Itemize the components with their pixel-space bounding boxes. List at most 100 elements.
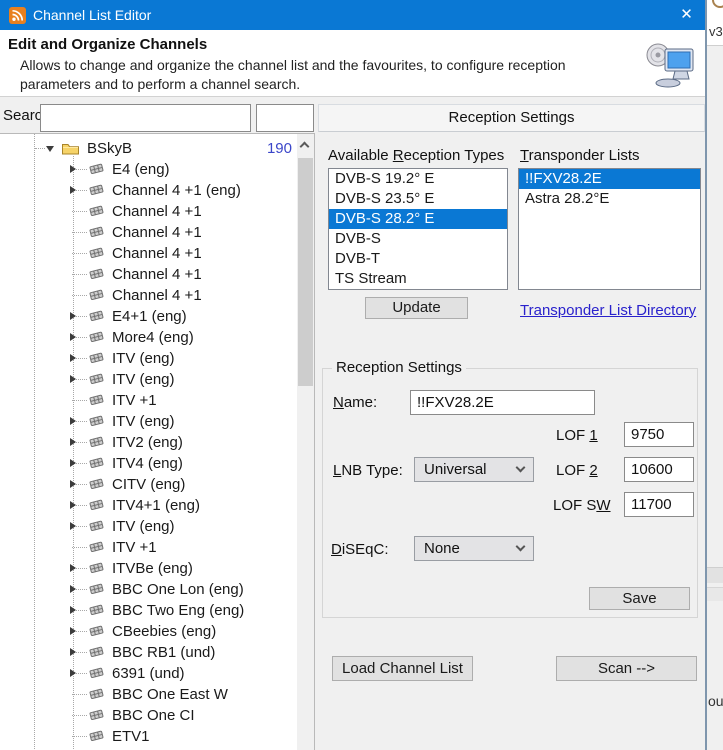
tree-item[interactable]: Channel 4 +1 (0, 285, 296, 306)
channel-list-editor-dialog: Channel List Editor ✕ Edit and Organize … (0, 0, 707, 750)
tree-item[interactable]: CITV (eng) (0, 474, 296, 495)
expand-arrow-icon[interactable] (70, 375, 76, 383)
expand-arrow-icon[interactable] (70, 564, 76, 572)
channel-icon (88, 477, 105, 496)
tree-item[interactable]: ITV4 (eng) (0, 453, 296, 474)
tree-connector (72, 736, 87, 737)
expand-arrow-icon[interactable] (70, 669, 76, 677)
expand-arrow-icon[interactable] (70, 480, 76, 488)
channel-icon (88, 288, 105, 307)
lof2-field[interactable] (624, 457, 694, 482)
tree-item[interactable]: ITV (eng) (0, 348, 296, 369)
screenshot-canvas: Channel List Editor ✕ Edit and Organize … (0, 0, 723, 750)
app-icon (9, 7, 26, 24)
expand-arrow-icon[interactable] (70, 438, 76, 446)
channel-icon (88, 204, 105, 223)
background-row (707, 567, 723, 583)
scan-button[interactable]: Scan --> (556, 656, 697, 681)
lof2-label: LOF 2 (556, 462, 598, 479)
tree-item[interactable]: ITVBe (eng) (0, 558, 296, 579)
tree-item-label: CBeebies (eng) (112, 623, 216, 640)
tree-item[interactable]: BBC One East W (0, 684, 296, 705)
tree-item[interactable]: Channel 4 +1 (0, 222, 296, 243)
reception-types-listbox[interactable]: DVB-S 19.2° EDVB-S 23.5° EDVB-S 28.2° ED… (328, 168, 508, 290)
groupbox-title: Reception Settings (332, 359, 466, 376)
scrollbar-up-button[interactable] (297, 137, 314, 152)
expand-arrow-icon[interactable] (70, 459, 76, 467)
expand-arrow-icon[interactable] (70, 501, 76, 509)
channel-icon (88, 645, 105, 664)
load-channel-list-button[interactable]: Load Channel List (332, 656, 473, 681)
tree-item-label: Channel 4 +1 (112, 266, 202, 283)
tree-item[interactable]: ITV (eng) (0, 516, 296, 537)
expand-arrow-icon[interactable] (70, 522, 76, 530)
transponder-option[interactable]: !!FXV28.2E (519, 169, 700, 189)
tree-root-bskyb[interactable]: BSkyB 190 (0, 138, 296, 159)
background-logo-icon (712, 0, 723, 8)
tree-item[interactable]: E4+1 (eng) (0, 306, 296, 327)
tree-item[interactable]: Channel 4 +1 (0, 201, 296, 222)
tree-item[interactable]: E4 (eng) (0, 159, 296, 180)
update-button[interactable]: Update (365, 297, 468, 319)
expand-arrow-icon[interactable] (70, 627, 76, 635)
expand-arrow-icon[interactable] (70, 165, 76, 173)
tree-item-label: Channel 4 +1 (112, 224, 202, 241)
transponder-listbox[interactable]: !!FXV28.2EAstra 28.2°E (518, 168, 701, 290)
tree-item[interactable]: Channel 4 +1 (0, 264, 296, 285)
expand-arrow-icon[interactable] (70, 648, 76, 656)
search-aux-input[interactable] (256, 104, 314, 132)
expand-arrow-icon[interactable] (70, 585, 76, 593)
name-field[interactable] (410, 390, 595, 415)
tree-item[interactable]: ITV2 (eng) (0, 432, 296, 453)
tree-item[interactable]: 6391 (und) (0, 663, 296, 684)
channel-icon (88, 519, 105, 538)
expand-arrow-icon[interactable] (70, 606, 76, 614)
diseqc-dropdown[interactable]: None (414, 536, 534, 561)
transponder-list-directory-link[interactable]: Transponder List Directory (520, 302, 696, 319)
tree-item[interactable]: BBC RB1 (und) (0, 642, 296, 663)
lof1-field[interactable] (624, 422, 694, 447)
expand-arrow-icon[interactable] (70, 312, 76, 320)
lnb-type-dropdown[interactable]: Universal (414, 457, 534, 482)
tree-connector (72, 232, 87, 233)
reception-type-option[interactable]: DVB-S 28.2° E (329, 209, 507, 229)
tree-item[interactable]: CBeebies (eng) (0, 621, 296, 642)
reception-type-option[interactable]: TS Stream (329, 269, 507, 289)
tree-item-label: ITV (eng) (112, 350, 175, 367)
channel-tree[interactable]: BSkyB 190 E4 (eng)Channel 4 +1 (eng)Chan… (0, 133, 315, 750)
tree-item[interactable]: ITV4+1 (eng) (0, 495, 296, 516)
tree-item[interactable]: ITV +1 (0, 390, 296, 411)
dialog-header: Edit and Organize Channels Allows to cha… (0, 30, 705, 97)
tree-item[interactable]: Channel 4 +1 (0, 243, 296, 264)
tree-item[interactable]: ITV (eng) (0, 411, 296, 432)
reception-type-option[interactable]: DVB-T (329, 249, 507, 269)
tree-item[interactable]: ETV1 (0, 726, 296, 747)
expand-arrow-icon[interactable] (70, 417, 76, 425)
transponder-option[interactable]: Astra 28.2°E (519, 189, 700, 209)
tree-item[interactable]: Channel 4 +1 (eng) (0, 180, 296, 201)
scrollbar-thumb[interactable] (298, 158, 313, 386)
tree-root-label: BSkyB (87, 140, 132, 157)
collapse-arrow-icon[interactable] (46, 146, 54, 152)
tree-item[interactable]: ITV (eng) (0, 369, 296, 390)
expand-arrow-icon[interactable] (70, 354, 76, 362)
expand-arrow-icon[interactable] (70, 333, 76, 341)
search-input[interactable] (40, 104, 251, 132)
tree-scrollbar[interactable] (297, 134, 314, 750)
reception-type-option[interactable]: DVB-S 19.2° E (329, 169, 507, 189)
tree-item-label: BBC One CI (112, 707, 195, 724)
channel-icon (88, 372, 105, 391)
save-button[interactable]: Save (589, 587, 690, 610)
tree-item[interactable]: BBC One Lon (eng) (0, 579, 296, 600)
lofsw-field[interactable] (624, 492, 694, 517)
close-button[interactable]: ✕ (668, 0, 705, 30)
tree-connector (72, 694, 87, 695)
reception-type-option[interactable]: DVB-S (329, 229, 507, 249)
reception-type-option[interactable]: DVB-S 23.5° E (329, 189, 507, 209)
tree-item[interactable]: BBC Two Eng (eng) (0, 600, 296, 621)
lnb-type-value: Universal (424, 461, 487, 478)
tree-item[interactable]: BBC One CI (0, 705, 296, 726)
expand-arrow-icon[interactable] (70, 186, 76, 194)
tree-item[interactable]: More4 (eng) (0, 327, 296, 348)
tree-item[interactable]: ITV +1 (0, 537, 296, 558)
